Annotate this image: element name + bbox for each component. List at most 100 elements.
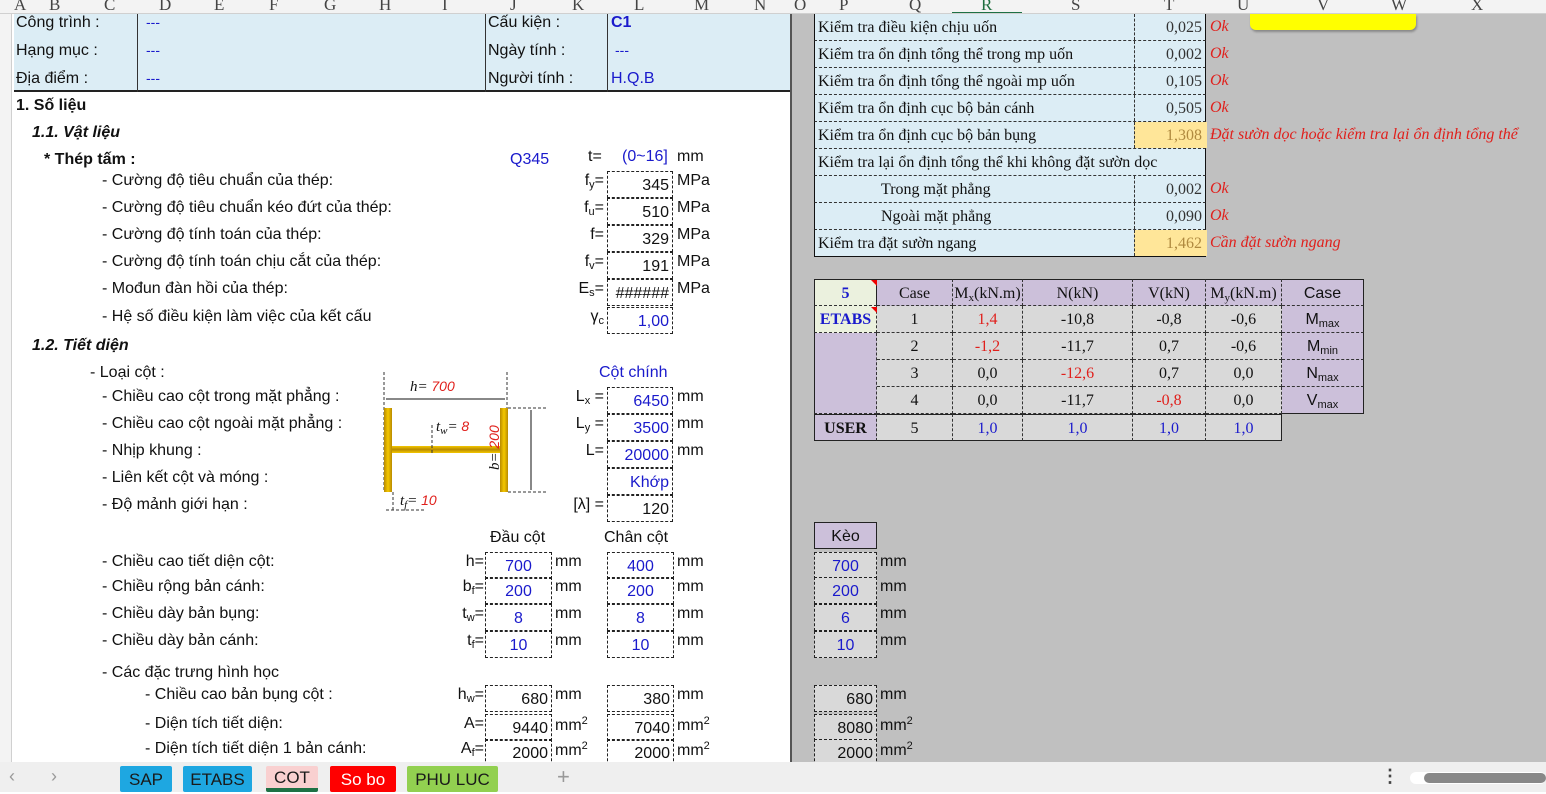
check-label: Kiểm tra ổn định cục bộ bản bụng bbox=[818, 127, 1037, 144]
keo-cell[interactable]: 200 bbox=[814, 577, 877, 604]
sheet-tab-etabs[interactable]: ETABS bbox=[183, 766, 252, 792]
geometry-unit: mm bbox=[677, 442, 704, 459]
keo-cell[interactable]: 8080 bbox=[814, 714, 877, 741]
user-force-cell[interactable]: 1,0 bbox=[953, 414, 1023, 441]
column-header-h[interactable]: H bbox=[379, 0, 391, 13]
column-header-s[interactable]: S bbox=[1071, 0, 1080, 13]
nguoi-tinh-label: Người tính : bbox=[488, 70, 574, 87]
force-header: N(kN) bbox=[1023, 279, 1133, 306]
nguoi-tinh-value[interactable]: H.Q.B bbox=[611, 70, 655, 88]
column-header-j[interactable]: J bbox=[510, 0, 517, 13]
chan-cot-cell[interactable]: 7040 bbox=[607, 714, 674, 741]
column-header-f[interactable]: F bbox=[269, 0, 278, 13]
project-header-band bbox=[14, 14, 790, 92]
column-header-g[interactable]: G bbox=[324, 0, 336, 13]
material-value-cell[interactable]: 1,00 bbox=[607, 307, 673, 334]
geometry-symbol: Ly = bbox=[575, 415, 604, 434]
horizontal-scrollbar[interactable] bbox=[1410, 772, 1546, 784]
geometry-value-cell[interactable]: 3500 bbox=[607, 414, 673, 441]
column-header-k[interactable]: K bbox=[572, 0, 584, 13]
material-value-cell[interactable]: ###### bbox=[607, 279, 673, 306]
dau-cot-cell[interactable]: 10 bbox=[485, 631, 552, 658]
chan-cot-cell[interactable]: 8 bbox=[607, 604, 674, 631]
chan-cot-cell[interactable]: 380 bbox=[607, 685, 674, 712]
user-force-cell[interactable]: 5 bbox=[877, 414, 953, 441]
check-value: 1,462 bbox=[1134, 230, 1207, 256]
ngay-tinh-value[interactable]: --- bbox=[615, 42, 629, 58]
unit-label: mm bbox=[555, 553, 582, 570]
prev-sheet-arrow-icon[interactable]: ‹ bbox=[9, 766, 15, 787]
sheet-tab-cot[interactable]: COT bbox=[266, 766, 318, 792]
material-value-cell[interactable]: 329 bbox=[607, 225, 673, 252]
sheet-tab-phu-luc[interactable]: PHU LUC bbox=[407, 766, 498, 792]
keo-cell[interactable]: 680 bbox=[814, 685, 877, 712]
keo-cell[interactable]: 700 bbox=[814, 552, 877, 579]
chan-cot-cell[interactable]: 400 bbox=[607, 552, 674, 579]
dau-cot-cell[interactable]: 700 bbox=[485, 552, 552, 579]
column-header-u[interactable]: U bbox=[1237, 0, 1249, 13]
comment-indicator bbox=[871, 307, 877, 313]
hang-muc-value[interactable]: --- bbox=[146, 42, 160, 58]
sheet-tab-so-bo[interactable]: So bo bbox=[330, 766, 396, 792]
geometry-label: - Độ mảnh giới hạn : bbox=[102, 496, 248, 513]
unit-label: mm2 bbox=[555, 715, 588, 734]
dia-diem-label: Địa điểm : bbox=[16, 70, 89, 87]
column-header-t[interactable]: T bbox=[1164, 0, 1174, 13]
column-header-e[interactable]: E bbox=[214, 0, 224, 13]
check-label: Kiểm tra ổn định tổng thể ngoài mp uốn bbox=[818, 73, 1075, 90]
sheet-tab-sap[interactable]: SAP bbox=[120, 766, 172, 792]
column-header-i[interactable]: I bbox=[442, 0, 448, 13]
geometry-value-cell[interactable]: 120 bbox=[607, 495, 673, 522]
column-header-c[interactable]: C bbox=[104, 0, 115, 13]
dau-cot-cell[interactable]: 680 bbox=[485, 685, 552, 712]
geometry-label: - Liên kết cột và móng : bbox=[102, 469, 269, 486]
geometry-value-cell[interactable]: Khớp bbox=[607, 468, 673, 495]
dau-cot-cell[interactable]: 9440 bbox=[485, 714, 552, 741]
geometry-value-cell[interactable]: 20000 bbox=[607, 441, 673, 468]
column-header-x[interactable]: X bbox=[1471, 0, 1483, 13]
chan-cot-cell[interactable]: 200 bbox=[607, 577, 674, 604]
material-symbol: f= bbox=[590, 226, 604, 243]
dia-diem-value[interactable]: --- bbox=[146, 70, 160, 86]
column-header-n[interactable]: N bbox=[754, 0, 766, 13]
user-force-cell[interactable]: 1,0 bbox=[1133, 414, 1206, 441]
column-header-a[interactable]: A bbox=[14, 0, 26, 13]
column-header-l[interactable]: L bbox=[634, 0, 644, 13]
chan-cot-cell[interactable]: 10 bbox=[607, 631, 674, 658]
column-header-w[interactable]: W bbox=[1391, 0, 1407, 13]
case-selector-cell[interactable]: 5 bbox=[814, 279, 877, 306]
force-cell: -10,8 bbox=[1023, 306, 1133, 333]
column-header-b[interactable]: B bbox=[49, 0, 60, 13]
cong-trinh-value[interactable]: --- bbox=[146, 14, 160, 30]
yellow-note-shape[interactable] bbox=[1250, 14, 1416, 30]
material-value-cell[interactable]: 510 bbox=[607, 198, 673, 225]
user-force-cell[interactable]: 1,0 bbox=[1206, 414, 1282, 441]
dau-cot-cell[interactable]: 200 bbox=[485, 577, 552, 604]
unit-label: mm2 bbox=[677, 715, 710, 734]
keo-cell[interactable]: 6 bbox=[814, 604, 877, 631]
geometry-value-cell[interactable]: 6450 bbox=[607, 387, 673, 414]
material-value-cell[interactable]: 191 bbox=[607, 252, 673, 279]
column-header-p[interactable]: P bbox=[839, 0, 848, 13]
column-header-d[interactable]: D bbox=[159, 0, 171, 13]
dau-cot-cell[interactable]: 8 bbox=[485, 604, 552, 631]
user-force-cell[interactable]: 1,0 bbox=[1023, 414, 1133, 441]
column-header-o[interactable]: O bbox=[794, 0, 806, 13]
force-cell: -12,6 bbox=[1023, 360, 1133, 387]
steel-grade[interactable]: Q345 bbox=[510, 151, 549, 169]
next-sheet-arrow-icon[interactable]: › bbox=[51, 766, 57, 787]
material-value-cell[interactable]: 345 bbox=[607, 171, 673, 198]
column-header-q[interactable]: Q bbox=[909, 0, 921, 13]
cau-kien-value[interactable]: C1 bbox=[611, 14, 631, 32]
more-options-icon[interactable]: ⋮ bbox=[1381, 766, 1399, 787]
source-cell[interactable]: ETABS bbox=[814, 306, 877, 333]
column-header-m[interactable]: M bbox=[694, 0, 709, 13]
column-header-v[interactable]: V bbox=[1317, 0, 1329, 13]
material-symbol: fu= bbox=[584, 199, 604, 218]
column-type-value[interactable]: Cột chính bbox=[599, 364, 667, 382]
keo-cell[interactable]: 10 bbox=[814, 631, 877, 658]
force-cell: -11,7 bbox=[1023, 333, 1133, 360]
add-sheet-button[interactable]: + bbox=[557, 764, 570, 790]
check-row: Kiểm tra ổn định tổng thể ngoài mp uốn 0,… bbox=[814, 68, 1206, 95]
force-cell: -0,6 bbox=[1206, 333, 1282, 360]
